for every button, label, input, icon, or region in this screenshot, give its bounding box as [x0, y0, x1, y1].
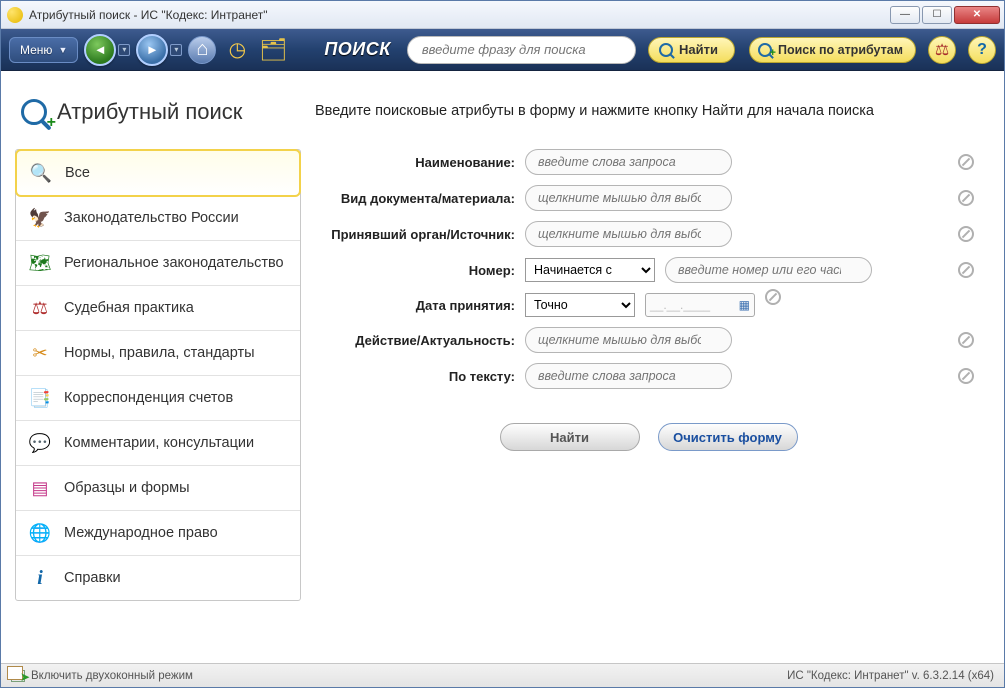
ledger-icon: 📑 [28, 386, 52, 410]
globe-icon: 🌐 [28, 521, 52, 545]
toolbar: Меню ▼ ◄ ▾ ► ▾ ⌂ ◷ 🗂 ПОИСК Найти + Поиск… [1, 29, 1004, 71]
clear-icon[interactable] [958, 154, 974, 170]
sidebar-item-all[interactable]: 🔍 Все [15, 149, 301, 197]
search-icon [659, 43, 673, 57]
info-icon: i [28, 566, 52, 590]
sidebar-item-label: Все [65, 165, 90, 182]
label-text: По тексту: [315, 369, 515, 384]
sidebar-item-legislation-russia[interactable]: 🦅 Законодательство России [16, 196, 300, 241]
search-plus-icon: + [758, 43, 772, 57]
nav-forward-button[interactable]: ► [136, 34, 168, 66]
version-label: ИС "Кодекс: Интранет" v. 6.3.2.14 (x64) [787, 670, 994, 682]
window-title: Атрибутный поиск - ИС "Кодекс: Интранет" [29, 8, 268, 22]
sidebar-item-references[interactable]: i Справки [16, 556, 300, 600]
sidebar-item-accounts[interactable]: 📑 Корреспонденция счетов [16, 376, 300, 421]
clear-icon[interactable] [958, 262, 974, 278]
clear-icon[interactable] [765, 289, 781, 305]
balance-button[interactable]: ⚖ [928, 36, 956, 64]
sidebar-item-label: Региональное законодательство [64, 255, 284, 272]
menu-button[interactable]: Меню ▼ [9, 37, 78, 63]
status-bar: ➤ Включить двухоконный режим ИС "Кодекс:… [1, 663, 1004, 687]
main-hint: Введите поисковые атрибуты в форму и наж… [315, 89, 990, 149]
sidebar-item-label: Международное право [64, 525, 218, 542]
sidebar-item-label: Судебная практика [64, 300, 194, 317]
help-button[interactable]: ? [968, 36, 996, 64]
chevron-down-icon: ▼ [58, 45, 67, 55]
sidebar-item-standards[interactable]: ✂ Нормы, правила, стандарты [16, 331, 300, 376]
sidebar-item-label: Законодательство России [64, 210, 239, 227]
app-icon [7, 7, 23, 23]
attribute-search-button[interactable]: + Поиск по атрибутам [749, 37, 916, 63]
sidebar-item-court-practice[interactable]: ⚖ Судебная практика [16, 286, 300, 331]
form-find-button[interactable]: Найти [500, 423, 640, 451]
scale-icon: ⚖ [935, 40, 949, 60]
date-mask: __.__.____ [650, 298, 710, 312]
emblem-icon: 🦅 [28, 206, 52, 230]
label-name: Наименование: [315, 155, 515, 170]
sidebar-item-forms[interactable]: ▤ Образцы и формы [16, 466, 300, 511]
clear-icon[interactable] [958, 226, 974, 242]
search-section-title: ПОИСК [324, 39, 390, 60]
search-input[interactable] [422, 42, 633, 57]
fulltext-input[interactable] [525, 363, 732, 389]
label-relevance: Действие/Актуальность: [315, 333, 515, 348]
history-button[interactable]: ◷ [222, 36, 252, 64]
label-number: Номер: [315, 263, 515, 278]
label-date: Дата принятия: [315, 298, 515, 313]
sidebar-item-label: Нормы, правила, стандарты [64, 345, 255, 362]
attr-label: Поиск по атрибутам [778, 43, 903, 57]
folders-button[interactable]: 🗂 [258, 36, 288, 64]
home-button[interactable]: ⌂ [188, 36, 216, 64]
clear-icon[interactable] [958, 332, 974, 348]
sidebar-item-label: Корреспонденция счетов [64, 390, 233, 407]
map-icon: 🗺 [28, 251, 52, 275]
search-form: Наименование: Вид документа/материала: П… [315, 149, 990, 451]
label-doctype: Вид документа/материала: [315, 191, 515, 206]
find-label: Найти [679, 42, 718, 57]
title-bar: Атрибутный поиск - ИС "Кодекс: Интранет"… [1, 1, 1004, 29]
number-mode-select[interactable]: Начинается с [525, 258, 655, 282]
help-icon: ? [977, 41, 987, 59]
clear-icon[interactable] [958, 190, 974, 206]
calendar-icon[interactable]: ▦ [739, 298, 750, 312]
relevance-input[interactable] [525, 327, 732, 353]
find-button[interactable]: Найти [648, 37, 735, 63]
authority-input[interactable] [525, 221, 732, 247]
scale-icon: ⚖ [28, 296, 52, 320]
page-title: Атрибутный поиск [57, 99, 242, 125]
sidebar-item-label: Комментарии, консультации [64, 435, 254, 452]
date-mode-select[interactable]: Точно [525, 293, 635, 317]
minimize-button[interactable]: — [890, 6, 920, 24]
form-clear-button[interactable]: Очистить форму [658, 423, 798, 451]
sidebar-item-label: Образцы и формы [64, 480, 190, 497]
nav-back-history[interactable]: ▾ [118, 44, 130, 56]
nav-back-button[interactable]: ◄ [84, 34, 116, 66]
date-input[interactable]: __.__.____ ▦ [645, 293, 755, 317]
compass-icon: ✂ [28, 341, 52, 365]
name-input[interactable] [525, 149, 732, 175]
magnifier-icon: 🔍 [29, 161, 53, 185]
category-list: 🔍 Все 🦅 Законодательство России 🗺 Регион… [15, 149, 301, 601]
doctype-input[interactable] [525, 185, 732, 211]
chat-icon: 💬 [28, 431, 52, 455]
sidebar-item-regional[interactable]: 🗺 Региональное законодательство [16, 241, 300, 286]
nav-forward-history[interactable]: ▾ [170, 44, 182, 56]
page-heading: + Атрибутный поиск [15, 89, 301, 149]
dual-pane-icon: ➤ [11, 670, 25, 682]
sidebar-item-label: Справки [64, 570, 121, 587]
search-box[interactable] [407, 36, 636, 64]
clear-icon[interactable] [958, 368, 974, 384]
sidebar-item-comments[interactable]: 💬 Комментарии, консультации [16, 421, 300, 466]
label-authority: Принявший орган/Источник: [315, 227, 515, 242]
search-plus-icon: + [21, 99, 47, 125]
close-button[interactable]: ✕ [954, 6, 1000, 24]
dual-pane-toggle[interactable]: Включить двухоконный режим [31, 670, 193, 682]
form-icon: ▤ [28, 476, 52, 500]
menu-label: Меню [20, 43, 52, 57]
number-input[interactable] [665, 257, 872, 283]
maximize-button[interactable]: ☐ [922, 6, 952, 24]
sidebar-item-international[interactable]: 🌐 Международное право [16, 511, 300, 556]
